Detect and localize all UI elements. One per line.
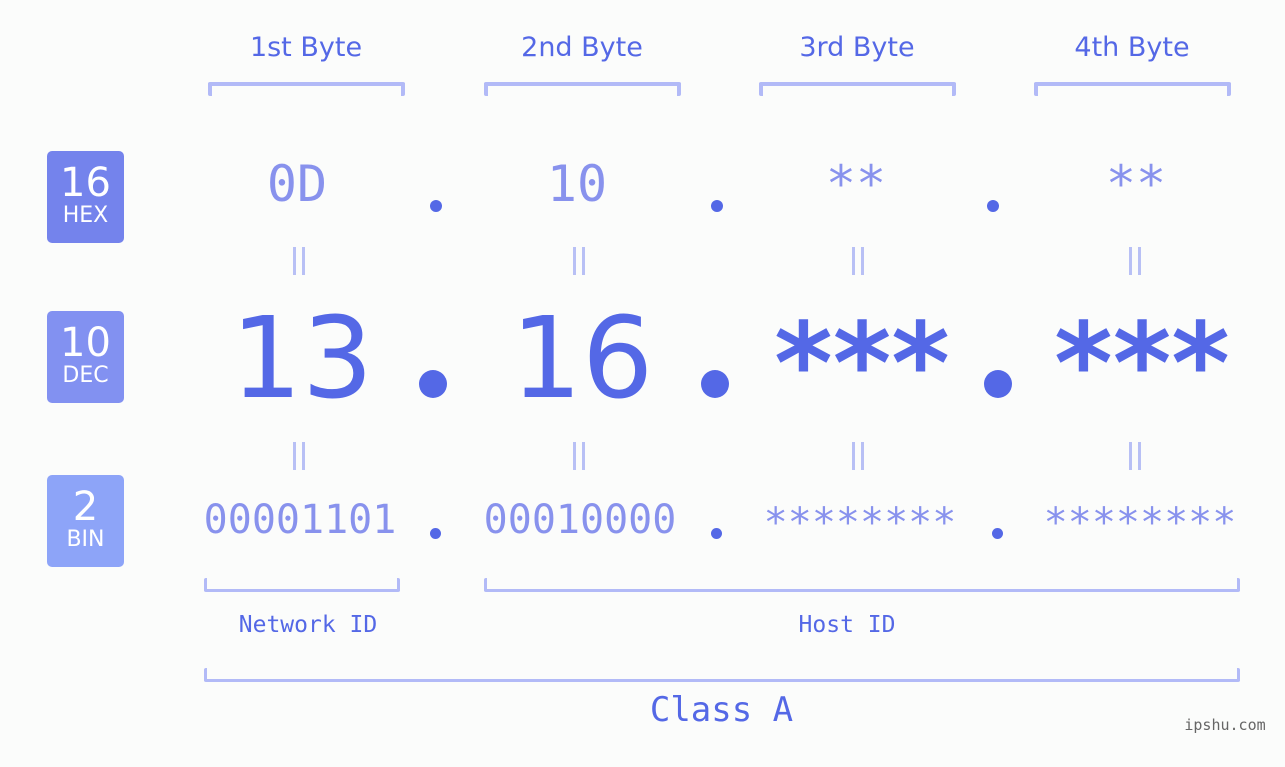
hex-separator-dot-2 (711, 200, 723, 212)
byte-bracket-1 (208, 82, 405, 96)
dec-value-1: 13 (230, 294, 374, 424)
bin-badge-number: 2 (72, 484, 99, 530)
byte-header-2: 2nd Byte (521, 32, 643, 63)
hex-separator-dot-3 (987, 200, 999, 212)
bin-separator-dot-1 (430, 528, 441, 539)
dec-value-4: *** (1054, 300, 1230, 430)
equals-icon (1127, 247, 1143, 275)
bin-value-3: ******** (763, 500, 957, 546)
equals-icon (291, 442, 307, 470)
dec-badge: 10 DEC (47, 311, 124, 403)
equals-icon (571, 442, 587, 470)
hex-badge: 16 HEX (47, 151, 124, 243)
bin-separator-dot-2 (711, 528, 722, 539)
host-id-label: Host ID (798, 612, 896, 638)
equals-icon (571, 247, 587, 275)
byte-header-1: 1st Byte (249, 32, 363, 63)
bin-badge: 2 BIN (47, 475, 124, 567)
bin-separator-dot-3 (992, 528, 1003, 539)
dec-separator-dot-3 (984, 370, 1012, 398)
byte-bracket-3 (759, 82, 956, 96)
bin-value-4: ******** (1043, 500, 1237, 546)
hex-value-3: ** (825, 155, 887, 213)
bin-value-2: 00010000 (483, 497, 677, 543)
network-id-bracket (204, 578, 400, 592)
equals-icon (850, 247, 866, 275)
equals-icon (291, 247, 307, 275)
class-bracket (204, 668, 1240, 682)
class-label: Class A (649, 690, 794, 730)
dec-separator-dot-2 (701, 370, 729, 398)
byte-header-3: 3rd Byte (799, 32, 915, 63)
hex-badge-number: 16 (60, 160, 111, 206)
dec-value-3: *** (774, 300, 950, 430)
dec-badge-label: DEC (62, 363, 109, 388)
byte-bracket-2 (484, 82, 681, 96)
hex-separator-dot-1 (430, 200, 442, 212)
hex-value-2: 10 (546, 155, 608, 213)
bin-badge-label: BIN (66, 527, 105, 552)
bin-value-1: 00001101 (203, 497, 397, 543)
hex-value-4: ** (1105, 155, 1167, 213)
equals-icon (1127, 442, 1143, 470)
dec-separator-dot-1 (419, 370, 447, 398)
byte-bracket-4 (1034, 82, 1231, 96)
hex-badge-label: HEX (62, 203, 109, 228)
byte-header-4: 4th Byte (1074, 32, 1190, 63)
watermark: ipshu.com (1184, 716, 1266, 734)
dec-badge-number: 10 (60, 320, 111, 366)
dec-value-2: 16 (510, 294, 654, 424)
host-id-bracket (484, 578, 1240, 592)
equals-icon (850, 442, 866, 470)
network-id-label: Network ID (238, 612, 378, 638)
hex-value-1: 0D (266, 155, 328, 213)
